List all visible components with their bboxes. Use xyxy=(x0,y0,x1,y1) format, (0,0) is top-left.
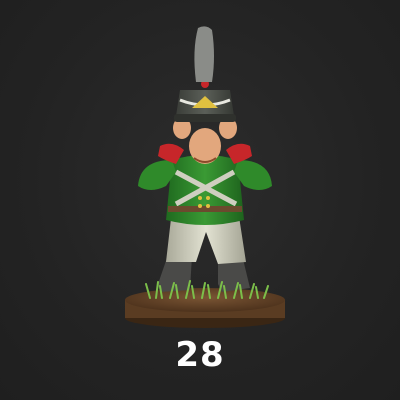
figure-number: 28 xyxy=(175,335,225,375)
card: 28 xyxy=(0,0,400,400)
head xyxy=(173,117,237,164)
shako xyxy=(174,26,236,122)
